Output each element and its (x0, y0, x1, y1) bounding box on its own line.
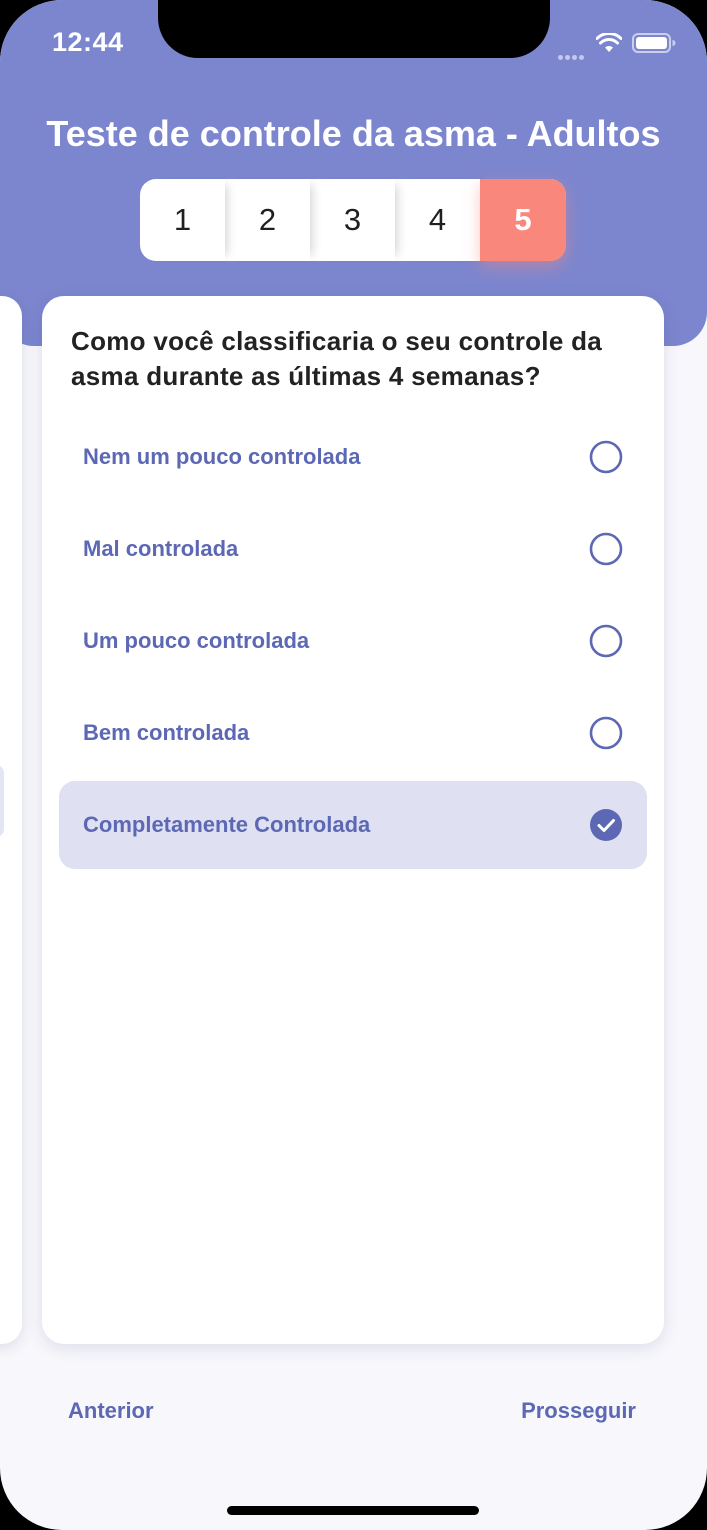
radio-empty-icon (589, 440, 623, 474)
radio-empty-icon (589, 624, 623, 658)
previous-card-option-highlight (0, 765, 4, 837)
phone-frame: 12:44 Teste de controle da asma - Adulto… (0, 0, 707, 1530)
option-nem-um-pouco-controlada[interactable]: Nem um pouco controlada (59, 413, 647, 501)
option-bem-controlada[interactable]: Bem controlada (59, 689, 647, 777)
option-label: Mal controlada (83, 536, 239, 561)
step-4[interactable]: 4 (395, 179, 480, 261)
battery-icon (632, 33, 676, 53)
option-um-pouco-controlada[interactable]: Um pouco controlada (59, 597, 647, 685)
option-label: Completamente Controlada (83, 812, 371, 837)
device-notch (158, 0, 550, 58)
home-indicator (227, 1506, 479, 1515)
radio-empty-icon (589, 716, 623, 750)
app-screen: 12:44 Teste de controle da asma - Adulto… (0, 0, 707, 1530)
step-1[interactable]: 1 (140, 179, 225, 261)
status-bar-time: 12:44 (52, 27, 124, 57)
checkmark-circle-icon (590, 809, 622, 841)
radio-empty-icon (589, 532, 623, 566)
option-completamente-controlada[interactable]: Completamente Controlada (59, 781, 647, 869)
question-text: Como você classificaria o seu controle d… (71, 326, 603, 391)
option-label: Bem controlada (83, 720, 250, 745)
wifi-icon (596, 33, 622, 52)
question-stepper: 1 2 3 4 5 (140, 179, 566, 261)
option-mal-controlada[interactable]: Mal controlada (59, 505, 647, 593)
step-5-active[interactable]: 5 (480, 179, 566, 261)
question-card: Como você classificaria o seu controle d… (42, 296, 664, 1344)
step-3[interactable]: 3 (310, 179, 395, 261)
cellular-signal-icon (558, 47, 588, 60)
page-title: Teste de controle da asma - Adultos (46, 113, 661, 154)
step-2[interactable]: 2 (225, 179, 310, 261)
option-label: Um pouco controlada (83, 628, 310, 653)
previous-button[interactable]: Anterior (68, 1398, 154, 1424)
option-label: Nem um pouco controlada (83, 444, 361, 469)
next-button[interactable]: Prosseguir (521, 1398, 636, 1424)
